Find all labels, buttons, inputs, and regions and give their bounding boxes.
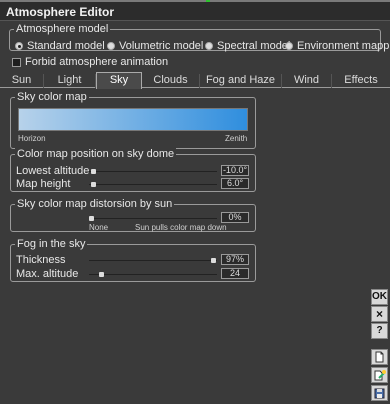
map-height-slider[interactable] (89, 184, 217, 185)
zenith-label: Zenith (225, 134, 248, 143)
horizon-label: Horizon (18, 134, 46, 143)
tab-fog-and-haze[interactable]: Fog and Haze (200, 74, 282, 88)
forbid-animation-checkbox[interactable]: Forbid atmosphere animation (12, 56, 168, 68)
title-bar: Atmosphere Editor (0, 2, 390, 21)
radio-dot (15, 42, 23, 50)
max-altitude-knob[interactable] (99, 272, 104, 277)
atmosphere-model-group: Atmosphere model Standard model Volumetr… (9, 23, 390, 52)
sky-color-gradient[interactable] (18, 108, 248, 131)
sky-color-map-group: Sky color map Horizon Zenith (10, 91, 256, 149)
tab-sky[interactable]: Sky (96, 72, 142, 89)
thickness-value[interactable]: 97% (221, 254, 249, 265)
max-altitude-value[interactable]: 24 (221, 268, 249, 279)
tab-sun[interactable]: Sun (0, 74, 44, 88)
radio-spectral-model[interactable]: Spectral model (205, 40, 290, 52)
new-document-icon (375, 351, 384, 363)
sky-color-map-legend: Sky color map (15, 91, 89, 103)
radio-standard-model[interactable]: Standard model (15, 40, 105, 52)
radio-dot (107, 42, 115, 50)
radio-dot (205, 42, 213, 50)
tab-wind[interactable]: Wind (282, 74, 332, 88)
color-map-position-legend: Color map position on sky dome (15, 148, 177, 160)
color-map-position-group: Color map position on sky dome Lowest al… (10, 148, 256, 192)
new-document-button[interactable] (371, 349, 388, 365)
distortion-value[interactable]: 0% (221, 212, 249, 223)
map-height-value[interactable]: 6.0° (221, 178, 249, 189)
thickness-slider[interactable] (89, 260, 217, 261)
save-icon (374, 388, 385, 399)
tab-clouds[interactable]: Clouds (142, 74, 200, 88)
thickness-label: Thickness (16, 254, 66, 266)
sky-color-map-distortion-group: Sky color map distorsion by sun 0% None … (10, 198, 256, 232)
max-altitude-slider[interactable] (89, 274, 217, 275)
ok-button[interactable]: OK (371, 289, 388, 305)
distortion-knob[interactable] (89, 216, 94, 221)
lowest-altitude-label: Lowest altitude (16, 165, 90, 177)
fog-in-the-sky-group: Fog in the sky Thickness 97% Max. altitu… (10, 238, 256, 282)
max-altitude-label: Max. altitude (16, 268, 79, 280)
load-preset-button[interactable] (371, 367, 388, 383)
thickness-knob[interactable] (211, 258, 216, 263)
load-document-icon (374, 370, 386, 381)
lowest-altitude-knob[interactable] (91, 169, 96, 174)
window-title: Atmosphere Editor (6, 5, 115, 19)
cancel-button[interactable]: × (371, 306, 388, 322)
save-preset-button[interactable] (371, 385, 388, 401)
tab-bar: Sun Light Sky Clouds Fog and Haze Wind E… (0, 72, 390, 89)
fog-legend: Fog in the sky (15, 238, 88, 250)
tab-light[interactable]: Light (44, 74, 96, 88)
distortion-slider[interactable] (89, 218, 217, 219)
checkbox-box (12, 57, 21, 67)
tab-effects[interactable]: Effects (332, 74, 390, 88)
atmosphere-model-legend: Atmosphere model (14, 23, 111, 35)
distortion-legend: Sky color map distorsion by sun (15, 198, 175, 210)
radio-dot (285, 42, 293, 50)
radio-volumetric-model[interactable]: Volumetric model (107, 40, 203, 52)
map-height-label: Map height (16, 178, 71, 190)
radio-environment-mapping[interactable]: Environment mapping (285, 40, 390, 52)
lowest-altitude-value[interactable]: -10.0° (221, 165, 249, 176)
map-height-knob[interactable] (91, 182, 96, 187)
sky-tab-panel: Sky color map Horizon Zenith Color map p… (10, 90, 364, 400)
distortion-none-label: None (89, 223, 109, 232)
help-button[interactable]: ? (371, 323, 388, 339)
distortion-sun-pulls-label: Sun pulls color map down (135, 223, 227, 232)
lowest-altitude-slider[interactable] (89, 171, 217, 172)
